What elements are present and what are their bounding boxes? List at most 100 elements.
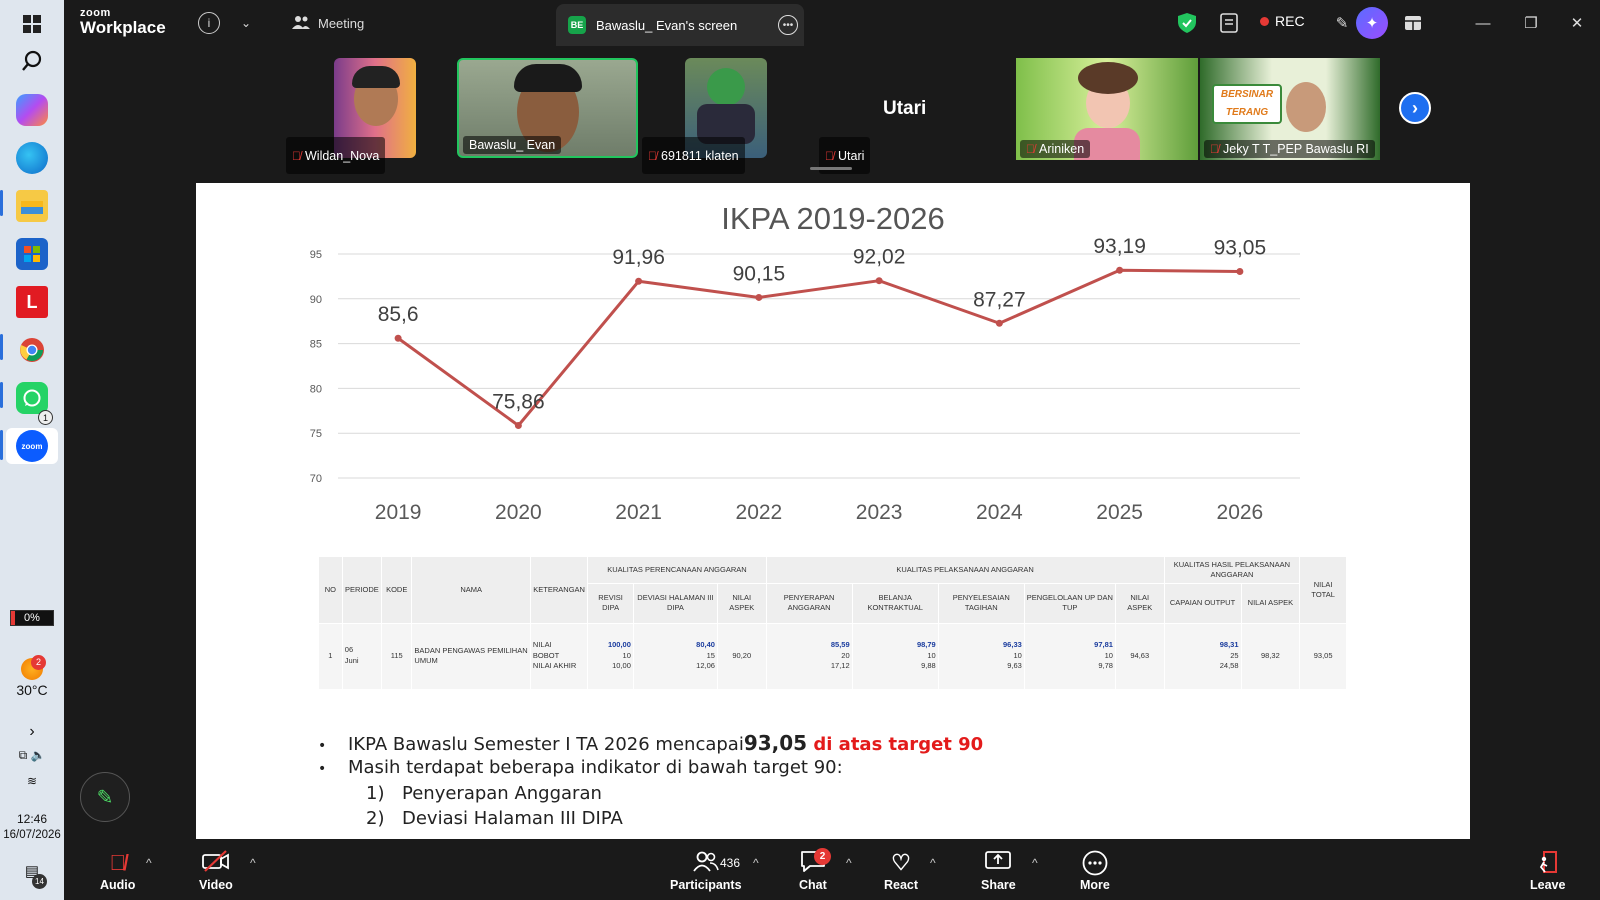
more-button[interactable]: More	[1080, 850, 1110, 892]
bullet-item: • IKPA Bawaslu Semester I TA 2026 mencap…	[318, 731, 983, 757]
microsoft-store-icon[interactable]	[16, 238, 48, 270]
participant-tile-active[interactable]: Bawaslu_ Evan	[457, 58, 638, 158]
notes-icon[interactable]	[1218, 12, 1240, 34]
participant-tile[interactable]: BERSINAR TERANG 🎙̸ Jeky T T_PEP Bawaslu …	[1200, 58, 1380, 160]
more-label: More	[1080, 878, 1110, 892]
deviasi-bobot: 15	[706, 650, 715, 660]
x-tick-label: 2024	[976, 501, 1023, 524]
ai-companion-icon[interactable]: ✦	[1356, 7, 1388, 39]
clock-date[interactable]: 16/07/2026	[0, 829, 64, 841]
participant-name-large[interactable]: Utari	[883, 98, 926, 120]
participant-hair	[1078, 62, 1138, 94]
next-page-button[interactable]: ›	[1399, 92, 1431, 124]
react-options-chevron-icon[interactable]: ^	[930, 856, 936, 870]
col-capaian: CAPAIAN OUTPUT	[1164, 583, 1242, 624]
copilot-icon[interactable]	[16, 94, 48, 126]
col-penyerapan: PENYERAPAN ANGGARAN	[766, 583, 853, 624]
l-app-icon[interactable]: L	[16, 286, 48, 318]
meeting-tab[interactable]: Meeting	[282, 8, 374, 38]
x-tick-label: 2022	[736, 501, 783, 524]
annotate-icon[interactable]: ✎	[1330, 12, 1354, 34]
more-options-icon[interactable]: •••	[778, 15, 798, 35]
ket-nilai: NILAI	[532, 639, 552, 649]
participant-name-tag: 🎙̸ Ariniken	[1020, 140, 1091, 158]
active-app-indicator	[0, 382, 3, 408]
chrome-icon[interactable]	[16, 334, 48, 366]
shared-screen-tab[interactable]: BE Bawaslu_ Evan's screen •••	[556, 4, 804, 46]
recording-indicator[interactable]: REC	[1260, 13, 1305, 29]
chevron-down-icon[interactable]: ⌄	[236, 12, 256, 34]
security-shield-icon[interactable]	[1176, 12, 1198, 34]
participant-tile[interactable]: 🎙̸ Ariniken	[1016, 58, 1198, 160]
cell-revisi: 100,00 10 10,00	[587, 623, 634, 690]
ket-nilai-akhir: NILAI AKHIR	[532, 661, 577, 671]
leave-button[interactable]: Leave	[1530, 850, 1565, 892]
col-pengelolaan: PENGELOLAAN UP DAN TUP	[1024, 583, 1116, 624]
share-button[interactable]: Share	[981, 850, 1016, 892]
edge-icon[interactable]	[16, 142, 48, 174]
clock-time[interactable]: 12:46	[0, 812, 64, 826]
participant-hair	[514, 64, 582, 92]
participants-icon	[693, 850, 719, 878]
logo-line-2: Workplace	[80, 18, 166, 37]
zoom-taskbar-icon[interactable]: zoom	[16, 430, 48, 462]
video-button[interactable]: Video	[199, 850, 233, 892]
video-options-chevron-icon[interactable]: ^	[250, 856, 256, 870]
close-icon[interactable]: ✕	[1566, 12, 1588, 34]
system-tray-icons[interactable]: ⧉ 🔈	[0, 748, 64, 763]
data-point	[635, 277, 643, 285]
audio-options-chevron-icon[interactable]: ^	[146, 856, 152, 870]
col-nilai-aspek-2: NILAI ASPEK	[1115, 583, 1165, 624]
active-app-indicator	[0, 430, 3, 460]
participants-label: Participants	[670, 878, 742, 892]
chat-options-chevron-icon[interactable]: ^	[846, 856, 852, 870]
x-tick-label: 2020	[495, 501, 542, 524]
weather-temperature[interactable]: 30°C	[0, 682, 64, 698]
participant-name: Wildan_Nova	[305, 148, 380, 163]
table-row: 1 06 Juni 115 BADAN PENGAWAS PEMILIHAN U…	[319, 623, 1347, 690]
y-tick-label: 75	[310, 428, 322, 440]
bullet-1-prefix: IKPA Bawaslu Semester I TA 2026 mencapai	[348, 734, 744, 755]
wifi-icon[interactable]: ≋	[0, 774, 64, 788]
y-tick-label: 80	[310, 383, 322, 395]
participant-name-tag: Bawaslu_ Evan	[463, 136, 562, 154]
data-point	[514, 421, 522, 429]
strip-scroll-indicator[interactable]	[810, 167, 852, 170]
ket-bobot: BOBOT	[532, 650, 560, 660]
group-hasil: KUALITAS HASIL PELAKSANAAN ANGGARAN	[1164, 557, 1301, 584]
cell-penyerapan: 85,59 20 17,12	[766, 623, 853, 690]
share-options-chevron-icon[interactable]: ^	[1032, 856, 1038, 870]
active-app-indicator	[0, 334, 3, 360]
mic-muted-icon: 🎙̸	[292, 148, 301, 163]
minimize-icon[interactable]: —	[1472, 12, 1494, 34]
x-tick-label: 2023	[856, 501, 903, 524]
cell-aspek-1: 90,20	[717, 623, 767, 690]
cell-kode: 115	[381, 623, 413, 690]
participant-name-tag: 🎙̸ Wildan_Nova	[286, 137, 386, 174]
battery-indicator[interactable]: 0%	[10, 610, 54, 626]
col-revisi-dipa: REVISI DIPA	[587, 583, 634, 624]
share-screen-icon	[985, 850, 1012, 878]
participants-options-chevron-icon[interactable]: ^	[753, 856, 759, 870]
data-label: 92,02	[853, 246, 906, 269]
windows-start-icon[interactable]	[16, 8, 48, 40]
bullet-1-suffix: di atas target 90	[807, 734, 984, 755]
video-label: Video	[199, 878, 233, 892]
search-icon[interactable]	[16, 45, 48, 77]
cell-periode-2: Juni	[344, 656, 359, 665]
annotate-pen-button[interactable]: ✎	[80, 772, 130, 822]
mic-muted-icon: 🎙̸	[109, 850, 126, 875]
cell-deviasi: 80,40 15 12,06	[633, 623, 718, 690]
restore-icon[interactable]: ❐	[1520, 12, 1542, 34]
chevron-right-icon[interactable]: ›	[0, 723, 64, 741]
audio-button[interactable]: 🎙̸ Audio	[100, 850, 135, 892]
bullet-2-text: Masih terdapat beberapa indikator di baw…	[348, 757, 843, 778]
meeting-info-icon[interactable]: i	[198, 12, 220, 34]
y-tick-label: 90	[310, 294, 322, 306]
participant-count: 436	[720, 856, 741, 870]
meeting-tab-label: Meeting	[318, 15, 365, 31]
apps-icon[interactable]	[1402, 12, 1424, 34]
ikpa-data-table: NO PERIODE KODE NAMA KETERANGAN KUALITAS…	[319, 557, 1347, 690]
file-explorer-icon[interactable]	[16, 190, 48, 222]
react-button[interactable]: ♡ React	[884, 850, 918, 892]
